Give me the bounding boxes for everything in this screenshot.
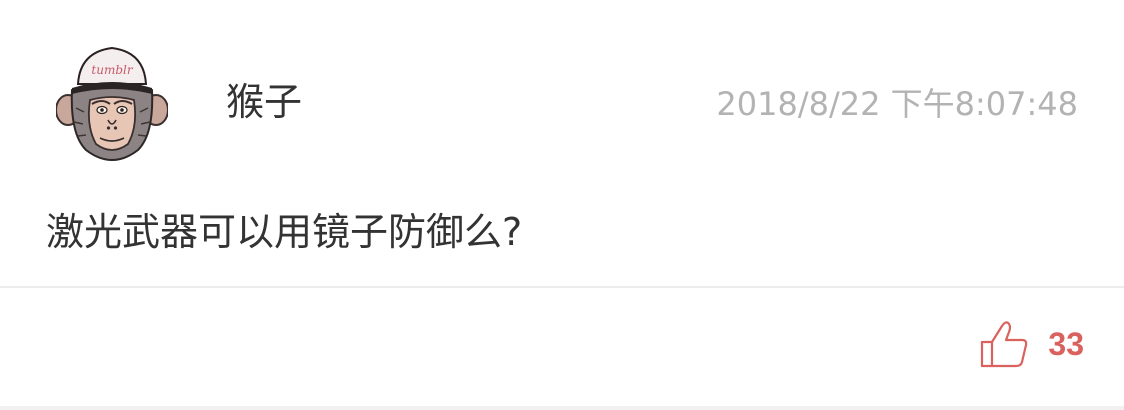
like-count: 33 [1048, 325, 1084, 362]
avatar[interactable]: tumblr [56, 38, 168, 166]
username[interactable]: 猴子 [226, 78, 302, 126]
divider [0, 406, 1124, 410]
thumbs-up-icon [981, 321, 1028, 368]
divider [0, 286, 1124, 288]
like-button[interactable]: 33 [978, 318, 1084, 370]
svg-text:tumblr: tumblr [91, 63, 133, 77]
comment-text: 激光武器可以用镜子防御么? [46, 210, 523, 254]
comment-card: tumblr 猴子 2018/8/22 下午8:07:48 激光武器可以用镜子防… [0, 0, 1124, 410]
timestamp: 2018/8/22 下午8:07:48 [716, 85, 1078, 123]
